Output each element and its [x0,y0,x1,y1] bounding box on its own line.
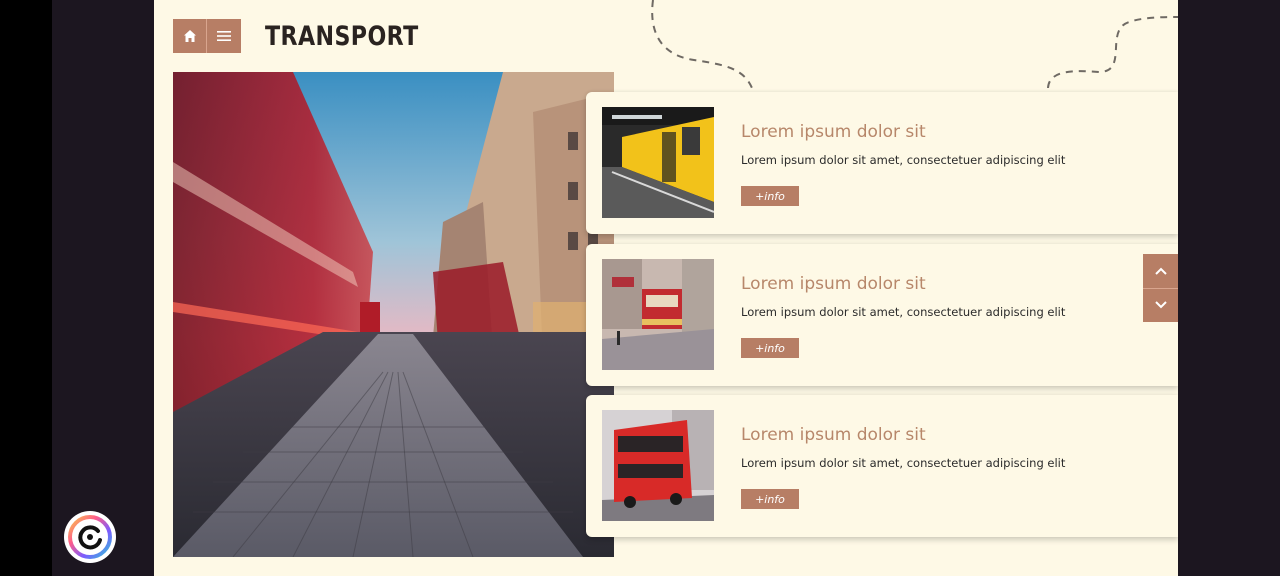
menu-button[interactable] [207,19,241,53]
red-bus-image [602,410,714,521]
transport-card-3: Lorem ipsum dolor sit Lorem ipsum dolor … [586,395,1178,537]
app-logo-icon [68,515,112,559]
screen-edge-left [0,0,52,576]
menu-icon [217,31,231,41]
scroll-up-button[interactable] [1143,254,1178,289]
card-description: Lorem ipsum dolor sit amet, consectetuer… [741,305,1066,319]
page-title: TRANSPORT [265,21,419,52]
top-nav [173,19,241,53]
card-description: Lorem ipsum dolor sit amet, consectetuer… [741,456,1066,470]
info-button[interactable]: +info [741,489,799,509]
card-title: Lorem ipsum dolor sit [741,122,926,142]
transport-card-2: Lorem ipsum dolor sit Lorem ipsum dolor … [586,244,1178,386]
yellow-train-image [602,107,714,218]
info-button[interactable]: +info [741,338,799,358]
letterbox-right [1178,0,1280,576]
app-launcher-button[interactable] [64,511,116,563]
presentation-page: TRANSPORT Lorem ipsum dolor sit Lorem ip… [154,0,1178,576]
info-button[interactable]: +info [741,186,799,206]
card-description: Lorem ipsum dolor sit amet, consectetuer… [741,153,1066,167]
chevron-down-icon [1154,301,1167,309]
card-title: Lorem ipsum dolor sit [741,274,926,294]
hero-street-image [173,72,614,557]
home-button[interactable] [173,19,207,53]
scroll-controls [1143,254,1178,322]
tram-image [602,259,714,370]
card-title: Lorem ipsum dolor sit [741,425,926,445]
scroll-down-button[interactable] [1143,289,1178,323]
chevron-up-icon [1154,267,1167,275]
transport-card-1: Lorem ipsum dolor sit Lorem ipsum dolor … [586,92,1178,234]
letterbox-left [52,0,154,576]
home-icon [183,30,196,42]
